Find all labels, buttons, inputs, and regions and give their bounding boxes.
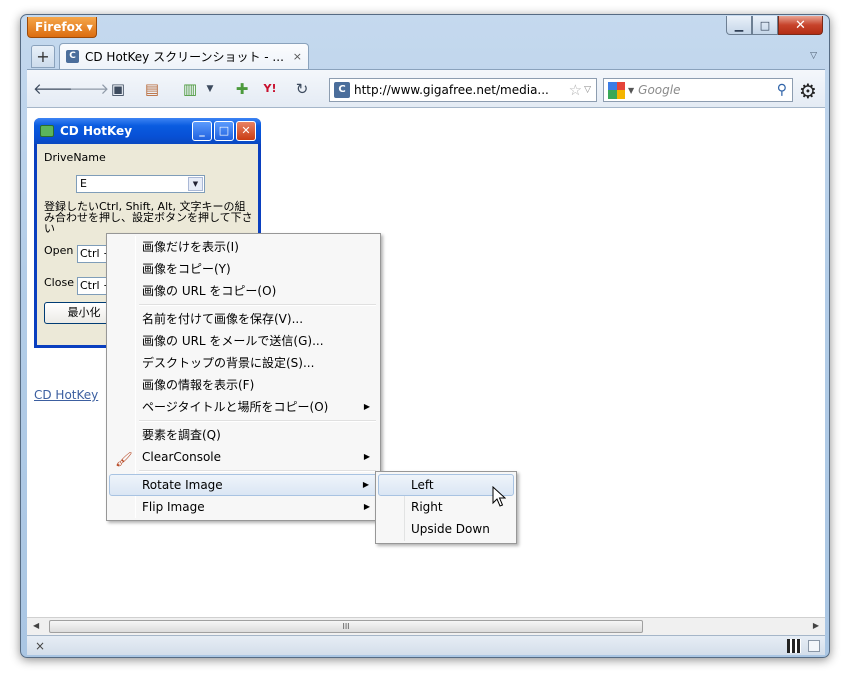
menu-item-copy-image-url[interactable]: 画像の URL をコピー(O) xyxy=(109,280,378,302)
book-icon[interactable]: ▤ xyxy=(141,79,163,99)
mouse-cursor-icon xyxy=(492,486,506,507)
site-identity-icon[interactable]: C xyxy=(334,82,350,98)
menu-item-label: 画像をコピー(Y) xyxy=(142,262,231,276)
minimize-icon: _ xyxy=(192,121,212,141)
maximize-icon: □ xyxy=(214,121,234,141)
back-arrow-icon[interactable]: 🡐 xyxy=(33,79,73,99)
tab-list-chevron-icon[interactable]: ▽ xyxy=(810,51,817,61)
puzzle-icon[interactable]: ✚ xyxy=(231,79,253,99)
page-link[interactable]: CD HotKey xyxy=(34,388,98,402)
yahoo-icon[interactable]: Y! xyxy=(259,79,281,99)
tab-strip: + C CD HotKey スクリーンショット - ... × ▽ xyxy=(27,41,825,69)
menu-item-label: Upside Down xyxy=(411,522,490,536)
chevron-down-icon: ▼ xyxy=(188,177,203,191)
broom-icon: 🖌 xyxy=(115,452,133,468)
minimize-icon: ▁ xyxy=(734,18,744,32)
firefox-menu-label: Firefox xyxy=(35,20,83,34)
menu-item-label: 画像だけを表示(I) xyxy=(142,240,239,254)
menu-item-label: 画像の URL をメールで送信(G)... xyxy=(142,334,324,348)
scroll-left-icon[interactable]: ◀ xyxy=(33,621,39,630)
submenu-arrow-icon: ▶ xyxy=(363,402,370,411)
google-engine-icon[interactable] xyxy=(608,81,625,99)
menu-item-label: Flip Image xyxy=(142,500,205,514)
menu-item-copy-image[interactable]: 画像をコピー(Y) xyxy=(109,258,378,280)
menu-item-label: ページタイトルと場所をコピー(O) xyxy=(142,400,329,414)
navigation-toolbar: 🡐 🡒 ▣ ▤ ▥ ▼ ✚ Y! ↻ C http://www.gigafree… xyxy=(27,69,825,107)
menu-item-view-image[interactable]: 画像だけを表示(I) xyxy=(109,236,378,258)
drive-combo: E ▼ xyxy=(76,175,205,193)
submenu-arrow-icon: ▶ xyxy=(362,480,369,489)
menu-item-label: Left xyxy=(411,478,434,492)
menu-item-label: 名前を付けて画像を保存(V)... xyxy=(142,312,304,326)
reload-icon[interactable]: ↻ xyxy=(291,79,313,99)
menu-item-save-image[interactable]: 名前を付けて画像を保存(V)... xyxy=(109,308,378,330)
search-placeholder[interactable]: Google xyxy=(638,83,777,97)
hotkey-description: 登録したいCtrl, Shift, Alt, 文字キーの組み合わせを押し、設定ボ… xyxy=(44,200,253,235)
context-menu: 画像だけを表示(I) 画像をコピー(Y) 画像の URL をコピー(O) 名前を… xyxy=(106,233,381,521)
menu-item-label: 画像の URL をコピー(O) xyxy=(142,284,277,298)
url-text[interactable]: http://www.gigafree.net/media... xyxy=(354,83,569,97)
menu-item-view-image-info[interactable]: 画像の情報を表示(F) xyxy=(109,374,378,396)
menu-item-label: 画像の情報を表示(F) xyxy=(142,378,255,392)
search-engine-dropdown-icon[interactable]: ▼ xyxy=(628,86,634,95)
status-close-button[interactable]: × xyxy=(35,639,45,653)
chevron-down-icon: ▼ xyxy=(86,23,93,32)
close-label: Close xyxy=(44,276,74,289)
close-icon: ✕ xyxy=(795,17,806,33)
bookmark-star-icon[interactable]: ☆ xyxy=(569,81,582,99)
submenu-arrow-icon: ▶ xyxy=(363,502,370,511)
menu-item-clear-console[interactable]: 🖌 ClearConsole ▶ xyxy=(109,446,378,468)
scroll-right-icon[interactable]: ▶ xyxy=(813,621,819,630)
drive-label: DriveName xyxy=(44,151,106,164)
menu-item-set-desktop-background[interactable]: デスクトップの背景に設定(S)... xyxy=(109,352,378,374)
menu-item-label: Rotate Image xyxy=(142,478,223,492)
scroll-thumb[interactable]: III xyxy=(49,620,643,633)
menu-item-copy-page-title[interactable]: ページタイトルと場所をコピー(O) ▶ xyxy=(109,396,378,418)
search-bar[interactable]: ▼ Google ⚲ xyxy=(603,78,793,102)
drive-value: E xyxy=(80,177,87,190)
url-bar[interactable]: C http://www.gigafree.net/media... ☆ ▽ xyxy=(329,78,597,102)
chevron-down-icon[interactable]: ▼ xyxy=(199,79,221,99)
firefox-menu-button[interactable]: Firefox ▼ xyxy=(27,17,97,38)
submenu-arrow-icon: ▶ xyxy=(363,452,370,461)
horizontal-scrollbar[interactable]: ◀ III ▶ xyxy=(27,617,825,635)
addon-bag-icon[interactable]: ▥ xyxy=(179,79,201,99)
close-window-button[interactable]: ✕ xyxy=(778,16,823,35)
tab-close-button[interactable]: × xyxy=(293,50,302,63)
hotkey-body: DriveName xyxy=(37,144,258,171)
menu-item-label: Right xyxy=(411,500,443,514)
menu-item-email-image-url[interactable]: 画像の URL をメールで送信(G)... xyxy=(109,330,378,352)
app-icon xyxy=(40,125,54,137)
menu-item-rotate-image[interactable]: Rotate Image ▶ xyxy=(109,474,378,496)
tab-title: CD HotKey スクリーンショット - ... xyxy=(85,50,284,64)
tab-active[interactable]: C CD HotKey スクリーンショット - ... × xyxy=(59,43,309,69)
hotkey-title: CD HotKey xyxy=(60,124,133,138)
forward-arrow-icon[interactable]: 🡒 xyxy=(69,79,109,99)
site-favicon-icon: C xyxy=(66,50,79,63)
menu-item-label: 要素を調査(Q) xyxy=(142,428,221,442)
menu-item-label: デスクトップの背景に設定(S)... xyxy=(142,356,315,370)
menu-item-label: ClearConsole xyxy=(142,450,222,464)
bookmark-star-icon[interactable]: ▣ xyxy=(107,79,129,99)
new-tab-button[interactable]: + xyxy=(31,45,55,68)
qr-code-icon[interactable] xyxy=(787,639,801,653)
search-icon[interactable]: ⚲ xyxy=(777,82,787,98)
minimize-window-button[interactable]: ▁ xyxy=(726,16,752,35)
menu-item-upside-down[interactable]: Upside Down xyxy=(378,518,514,540)
close-icon: ✕ xyxy=(236,121,256,141)
maximize-window-button[interactable]: □ xyxy=(752,16,778,35)
resize-grip-icon[interactable] xyxy=(808,640,820,652)
maximize-icon: □ xyxy=(759,18,771,32)
url-dropdown-icon[interactable]: ▽ xyxy=(584,85,591,95)
menu-item-inspect-element[interactable]: 要素を調査(Q) xyxy=(109,424,378,446)
status-bar: × xyxy=(27,635,825,655)
menu-item-flip-image[interactable]: Flip Image ▶ xyxy=(109,496,378,518)
gear-icon[interactable]: ⚙ xyxy=(799,79,817,103)
open-label: Open xyxy=(44,244,74,257)
